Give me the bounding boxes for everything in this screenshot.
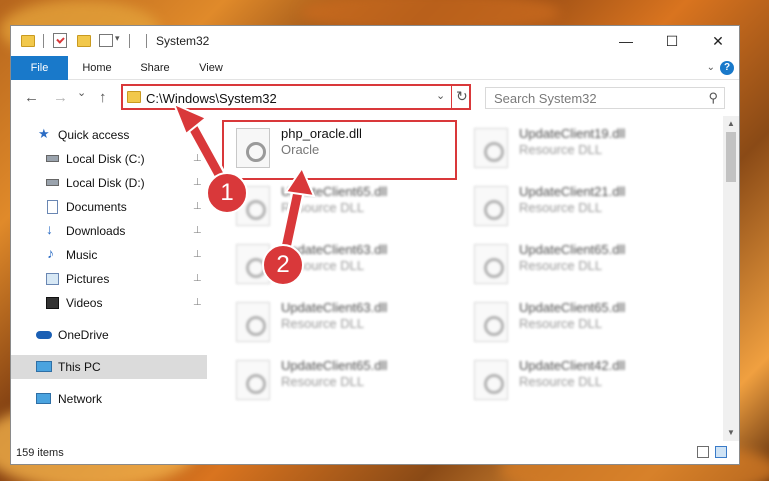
arrow-to-address-bar (172, 102, 229, 187)
annotation-arrows (172, 102, 316, 255)
step-2-badge: 2 (262, 244, 304, 286)
step-1-badge: 1 (206, 172, 248, 214)
arrow-to-file (279, 165, 316, 255)
